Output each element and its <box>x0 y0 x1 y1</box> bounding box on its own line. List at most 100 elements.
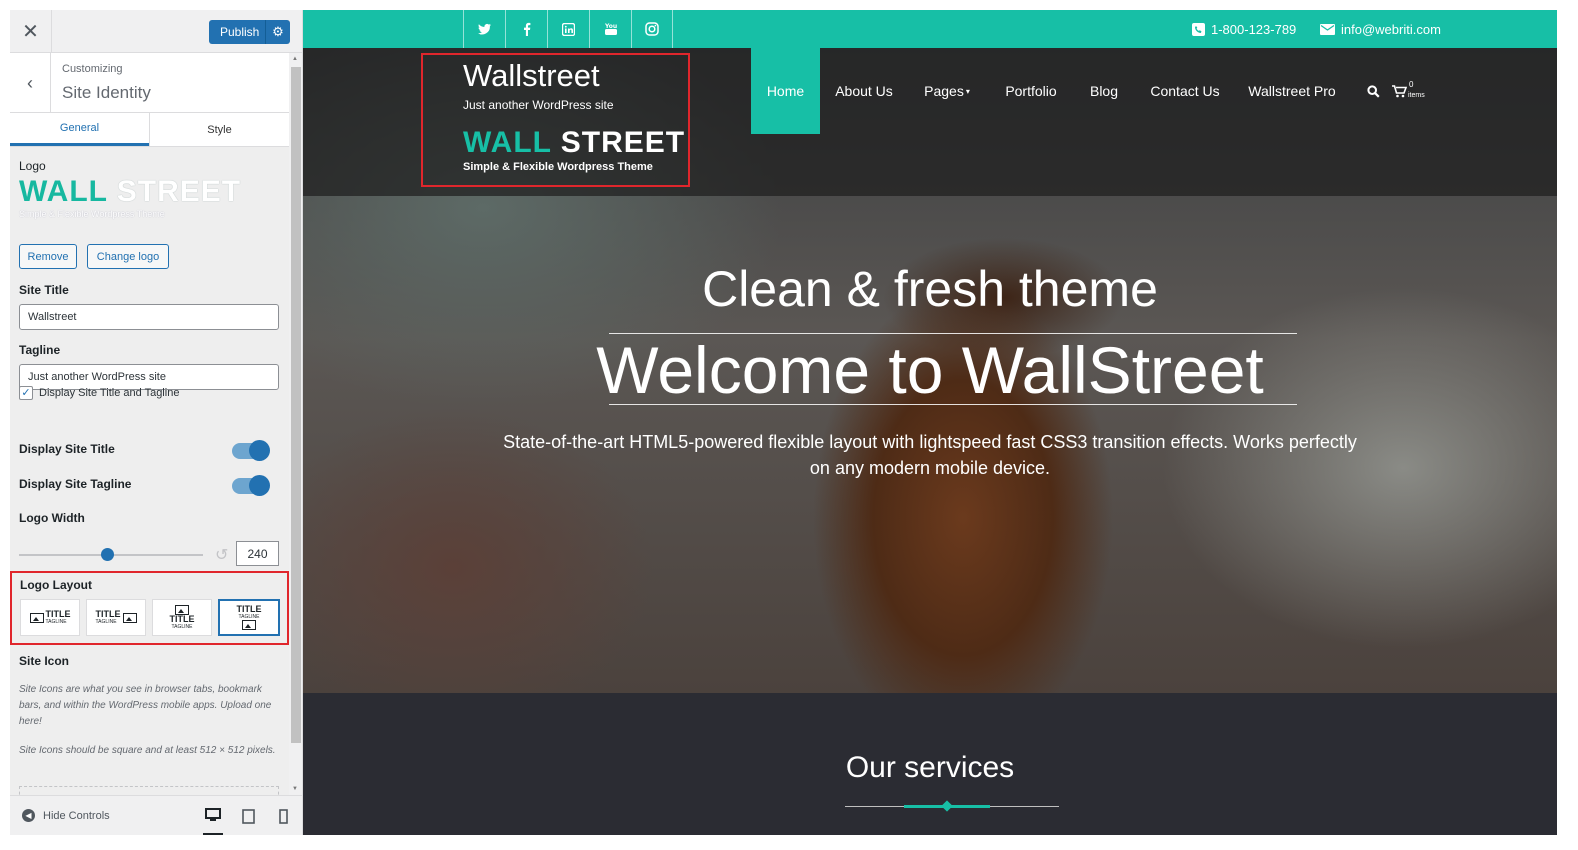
logo-label: Logo <box>19 159 46 173</box>
hero-divider-bottom <box>609 404 1297 405</box>
cart-items-label: items <box>1408 92 1425 99</box>
site-logo-word-2: STREET <box>560 126 686 159</box>
youtube-icon[interactable]: You <box>589 10 631 48</box>
sidebar-scroll-thumb[interactable] <box>291 67 301 743</box>
sidebar-scrollbar[interactable]: ▲ ▼ <box>289 53 302 795</box>
instagram-icon[interactable] <box>631 10 673 48</box>
layout-option-image-top[interactable]: TITLE TAGLINE <box>152 599 212 636</box>
phone-contact[interactable]: 1-800-123-789 <box>1192 22 1296 37</box>
logo-preview-tagline: Simple & Flexible Wordpress Theme <box>19 209 165 219</box>
image-icon <box>242 620 256 630</box>
twitter-icon[interactable] <box>463 10 505 48</box>
remove-logo-button[interactable]: Remove <box>19 244 77 269</box>
layout-option-image-right[interactable]: TITLE TAGLINE <box>86 599 146 636</box>
display-site-title-toggle[interactable] <box>232 440 270 461</box>
svg-text:You: You <box>604 23 617 30</box>
section-title: Site Identity <box>62 83 151 102</box>
layout-tagline-text: TAGLINE <box>171 624 193 630</box>
nav-wallstreet-pro[interactable]: Wallstreet Pro <box>1243 48 1341 134</box>
site-icon-label: Site Icon <box>19 654 70 668</box>
site-title-label: Site Title <box>19 283 69 297</box>
cart-button[interactable]: 0 items <box>1392 48 1432 134</box>
facebook-icon[interactable] <box>505 10 547 48</box>
reset-icon[interactable]: ↺ <box>215 545 228 565</box>
image-icon <box>122 612 137 623</box>
site-logo-tagline: Simple & Flexible Wordpress Theme <box>463 161 653 173</box>
phone-number: 1-800-123-789 <box>1211 22 1297 37</box>
site-logo-word-1: WALL <box>463 126 552 159</box>
nav-blog[interactable]: Blog <box>1081 48 1127 134</box>
hero-description: State-of-the-art HTML5-powered flexible … <box>503 432 1357 478</box>
mobile-preview-icon[interactable] <box>273 806 293 826</box>
phone-icon <box>1192 23 1205 36</box>
logo-width-slider-handle[interactable] <box>101 548 114 561</box>
layout-title-text: TITLE <box>45 609 71 619</box>
nav-about-us[interactable]: About Us <box>824 48 904 134</box>
display-site-tagline-toggle[interactable] <box>232 475 270 496</box>
change-logo-button[interactable]: Change logo <box>87 244 169 269</box>
hide-controls-button[interactable]: Hide Controls <box>43 810 110 822</box>
image-icon <box>175 605 189 615</box>
nav-pages[interactable]: Pages ▾ <box>917 48 977 134</box>
layout-option-image-left[interactable]: TITLE TAGLINE <box>20 599 80 636</box>
nav-portfolio[interactable]: Portfolio <box>993 48 1069 134</box>
caret-down-icon: ▾ <box>965 86 970 96</box>
back-arrow-icon[interactable]: ‹ <box>10 53 51 113</box>
email-address: info@webriti.com <box>1341 22 1441 37</box>
logo-preview-word-1: WALL <box>19 175 108 208</box>
cart-count: 0 <box>1409 80 1414 89</box>
linkedin-icon[interactable] <box>547 10 589 48</box>
logo-layout-group: Logo Layout TITLE TAGLINE TITLE TAGLINE TI… <box>10 571 289 645</box>
publish-label: Publish <box>220 25 260 39</box>
hero-heading-small: Clean & fresh theme <box>702 261 1158 317</box>
sidebar-controls: Logo WALL STREET Simple & Flexible Wordp… <box>10 147 289 795</box>
top-bar: You 1-800-123-789 info@webriti.com <box>303 10 1557 48</box>
customizer-sidebar: ✕ Publish ⚙ ‹ Customizing Site Identity … <box>10 10 303 835</box>
sidebar-header: ✕ Publish ⚙ <box>10 10 302 53</box>
layout-tagline-text: TAGLINE <box>45 619 67 625</box>
display-site-tagline-label: Display Site Tagline <box>19 477 132 491</box>
display-site-title-label: Display Site Title <box>19 442 115 456</box>
cart-icon <box>1392 84 1407 97</box>
email-contact[interactable]: info@webriti.com <box>1320 22 1441 37</box>
envelope-icon <box>1320 24 1335 35</box>
tagline-label: Tagline <box>19 343 61 357</box>
layout-option-image-bottom[interactable]: TITLE TAGLINE <box>218 599 280 636</box>
site-logo[interactable]: WALL STREET <box>463 127 685 159</box>
display-title-tagline-checkbox[interactable]: ✓ <box>19 386 33 400</box>
hero-heading: Welcome to WallStreet <box>596 333 1264 407</box>
site-title[interactable]: Wallstreet <box>463 58 600 94</box>
logo-preview: WALL STREET Simple & Flexible Wordpress … <box>19 175 242 220</box>
nav-home[interactable]: Home <box>751 48 820 134</box>
publish-button[interactable]: Publish ⚙ <box>209 20 290 44</box>
nav-contact-us[interactable]: Contact Us <box>1141 48 1229 134</box>
display-title-tagline-label: Display Site Title and Tagline <box>39 387 180 399</box>
services-title: Our services <box>845 751 1015 784</box>
site-icon-description: Site Icons are what you see in browser t… <box>19 684 272 727</box>
layout-title-text: TITLE <box>95 609 121 619</box>
tab-general[interactable]: General <box>10 113 149 146</box>
close-icon[interactable]: ✕ <box>10 10 52 53</box>
search-icon[interactable] <box>1363 48 1383 134</box>
customizer-window: ✕ Publish ⚙ ‹ Customizing Site Identity … <box>10 10 1557 835</box>
site-tagline: Just another WordPress site <box>463 98 614 112</box>
site-icon-size-note: Site Icons should be square and at least… <box>19 745 276 756</box>
logo-width-input[interactable]: 240 <box>236 541 279 566</box>
tab-style[interactable]: Style <box>149 113 289 146</box>
hide-controls-icon[interactable]: ◀ <box>22 809 35 822</box>
layout-title-text: TITLE <box>169 614 195 624</box>
nav-pages-label: Pages <box>924 83 964 99</box>
desktop-preview-icon[interactable] <box>203 806 223 835</box>
site-title-field[interactable]: Wallstreet <box>19 304 279 330</box>
site-icon-dropzone[interactable] <box>19 786 279 795</box>
site-preview: You 1-800-123-789 info@webriti.com Walls… <box>303 10 1557 835</box>
layout-title-text: TITLE <box>236 604 262 614</box>
tablet-preview-icon[interactable] <box>238 806 258 826</box>
gear-icon[interactable]: ⚙ <box>265 20 290 44</box>
logo-preview-word-2: STREET <box>116 175 242 208</box>
logo-layout-label: Logo Layout <box>20 578 92 592</box>
layout-tagline-text: TAGLINE <box>95 619 117 625</box>
sidebar-footer: ◀ Hide Controls <box>10 795 302 835</box>
logo-width-label: Logo Width <box>19 511 85 525</box>
breadcrumb: Customizing <box>62 63 123 75</box>
